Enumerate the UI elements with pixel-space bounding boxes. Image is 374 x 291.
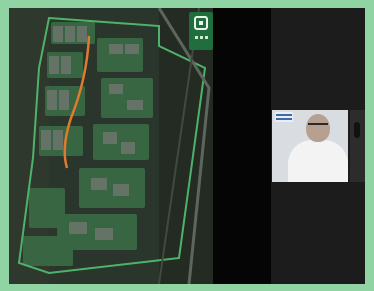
participant-name-tag — [275, 112, 293, 122]
organization-logo-icon — [189, 12, 213, 50]
participant-video-tile-partial[interactable] — [350, 110, 365, 182]
shared-screen-frame — [9, 8, 365, 284]
participant-glasses — [308, 123, 328, 129]
microphone-icon — [354, 122, 360, 138]
logo-decoration — [194, 36, 208, 39]
logo-mark — [194, 16, 208, 30]
participant-body — [288, 140, 348, 182]
participant-gallery — [271, 8, 365, 284]
screen-share-padding — [213, 8, 271, 284]
participant-video-tile[interactable] — [272, 110, 348, 182]
